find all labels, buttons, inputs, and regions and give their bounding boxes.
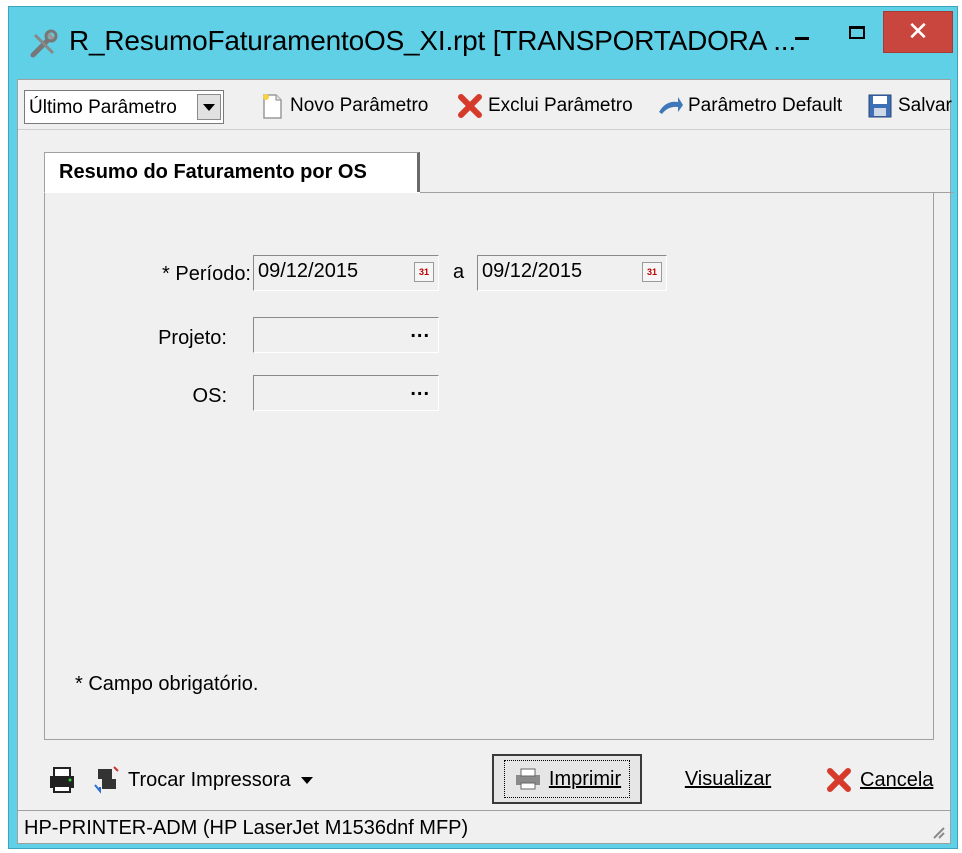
os-field[interactable]: ... bbox=[253, 375, 439, 411]
maximize-icon bbox=[849, 26, 865, 39]
required-note: * Campo obrigatório. bbox=[75, 673, 259, 695]
calendar-icon[interactable]: 31 bbox=[642, 262, 662, 282]
window-title: R_ResumoFaturamentoOS_XI.rpt [TRANSPORTA… bbox=[69, 25, 796, 56]
chevron-down-icon[interactable] bbox=[197, 94, 221, 120]
parametro-default-label: Parâmetro Default bbox=[688, 95, 843, 116]
tab-panel: * Período: 09/12/2015 31 a 09/12/2015 31… bbox=[44, 192, 934, 740]
minimize-button[interactable] bbox=[779, 11, 831, 53]
periodo-start-value: 09/12/2015 bbox=[258, 260, 359, 282]
projeto-label: Projeto: bbox=[158, 327, 227, 349]
periodo-separator: a bbox=[453, 261, 465, 283]
tools-icon bbox=[30, 29, 58, 58]
new-document-icon bbox=[263, 94, 282, 119]
resize-grip-icon[interactable] bbox=[928, 822, 946, 840]
visualizar-label: Visualizar bbox=[684, 768, 772, 790]
tab-resumo-faturamento[interactable]: Resumo do Faturamento por OS bbox=[44, 152, 420, 194]
delete-x-icon bbox=[458, 94, 482, 118]
close-icon: ✕ bbox=[907, 16, 929, 46]
save-disk-icon bbox=[868, 94, 892, 118]
salvar-label: Salvar bbox=[898, 95, 952, 116]
client-area: Último Parâmetro Novo Parâmetro Exclui P… bbox=[17, 79, 954, 844]
projeto-lookup-button[interactable]: ... bbox=[410, 320, 430, 343]
minimize-icon bbox=[795, 37, 809, 40]
salvar-button[interactable]: Salvar bbox=[866, 90, 952, 122]
trocar-impressora-button[interactable]: Trocar Impressora bbox=[92, 762, 313, 798]
novo-parametro-button[interactable]: Novo Parâmetro bbox=[258, 90, 428, 122]
chevron-down-icon bbox=[300, 776, 313, 784]
periodo-start-field[interactable]: 09/12/2015 31 bbox=[253, 255, 439, 291]
cancel-x-icon bbox=[827, 768, 851, 792]
printer-icon bbox=[515, 768, 540, 790]
visualizar-button[interactable]: Visualizar bbox=[668, 764, 788, 798]
novo-parametro-label: Novo Parâmetro bbox=[290, 95, 429, 116]
tab-divider bbox=[420, 192, 954, 193]
printer-icon[interactable] bbox=[46, 764, 78, 796]
bottom-bar: Trocar Impressora Imprimir Visualizar Ca… bbox=[18, 754, 950, 808]
toolbar: Último Parâmetro Novo Parâmetro Exclui P… bbox=[18, 80, 952, 130]
parameter-combo-value: Último Parâmetro bbox=[29, 97, 177, 118]
exclui-parametro-label: Exclui Parâmetro bbox=[488, 95, 633, 116]
imprimir-label: Imprimir bbox=[548, 767, 622, 790]
printer-status: HP-PRINTER-ADM (HP LaserJet M1536dnf MFP… bbox=[24, 817, 469, 839]
status-bar: HP-PRINTER-ADM (HP LaserJet M1536dnf MFP… bbox=[18, 810, 950, 843]
projeto-field[interactable]: ... bbox=[253, 317, 439, 353]
report-window: R_ResumoFaturamentoOS_XI.rpt [TRANSPORTA… bbox=[8, 6, 958, 849]
cancela-label: Cancela bbox=[860, 768, 934, 791]
parametro-default-button[interactable]: Parâmetro Default bbox=[656, 90, 842, 122]
periodo-end-value: 09/12/2015 bbox=[482, 260, 583, 282]
os-lookup-button[interactable]: ... bbox=[410, 378, 430, 401]
os-label: OS: bbox=[192, 385, 227, 407]
trocar-impressora-label: Trocar Impressora bbox=[128, 768, 291, 791]
tab-strip: Resumo do Faturamento por OS bbox=[38, 152, 944, 194]
imprimir-button[interactable]: Imprimir bbox=[492, 754, 642, 804]
periodo-label: * Período: bbox=[162, 263, 251, 285]
parameter-combo[interactable]: Último Parâmetro bbox=[24, 90, 224, 124]
close-button[interactable]: ✕ bbox=[883, 11, 953, 53]
default-arrow-icon bbox=[659, 97, 683, 114]
maximize-button[interactable] bbox=[831, 11, 883, 53]
calendar-icon[interactable]: 31 bbox=[414, 262, 434, 282]
title-bar[interactable]: R_ResumoFaturamentoOS_XI.rpt [TRANSPORTA… bbox=[9, 7, 957, 79]
periodo-end-field[interactable]: 09/12/2015 31 bbox=[477, 255, 667, 291]
exclui-parametro-button[interactable]: Exclui Parâmetro bbox=[456, 90, 633, 122]
swap-printer-icon bbox=[94, 766, 119, 794]
cancela-button[interactable]: Cancela bbox=[824, 762, 933, 798]
